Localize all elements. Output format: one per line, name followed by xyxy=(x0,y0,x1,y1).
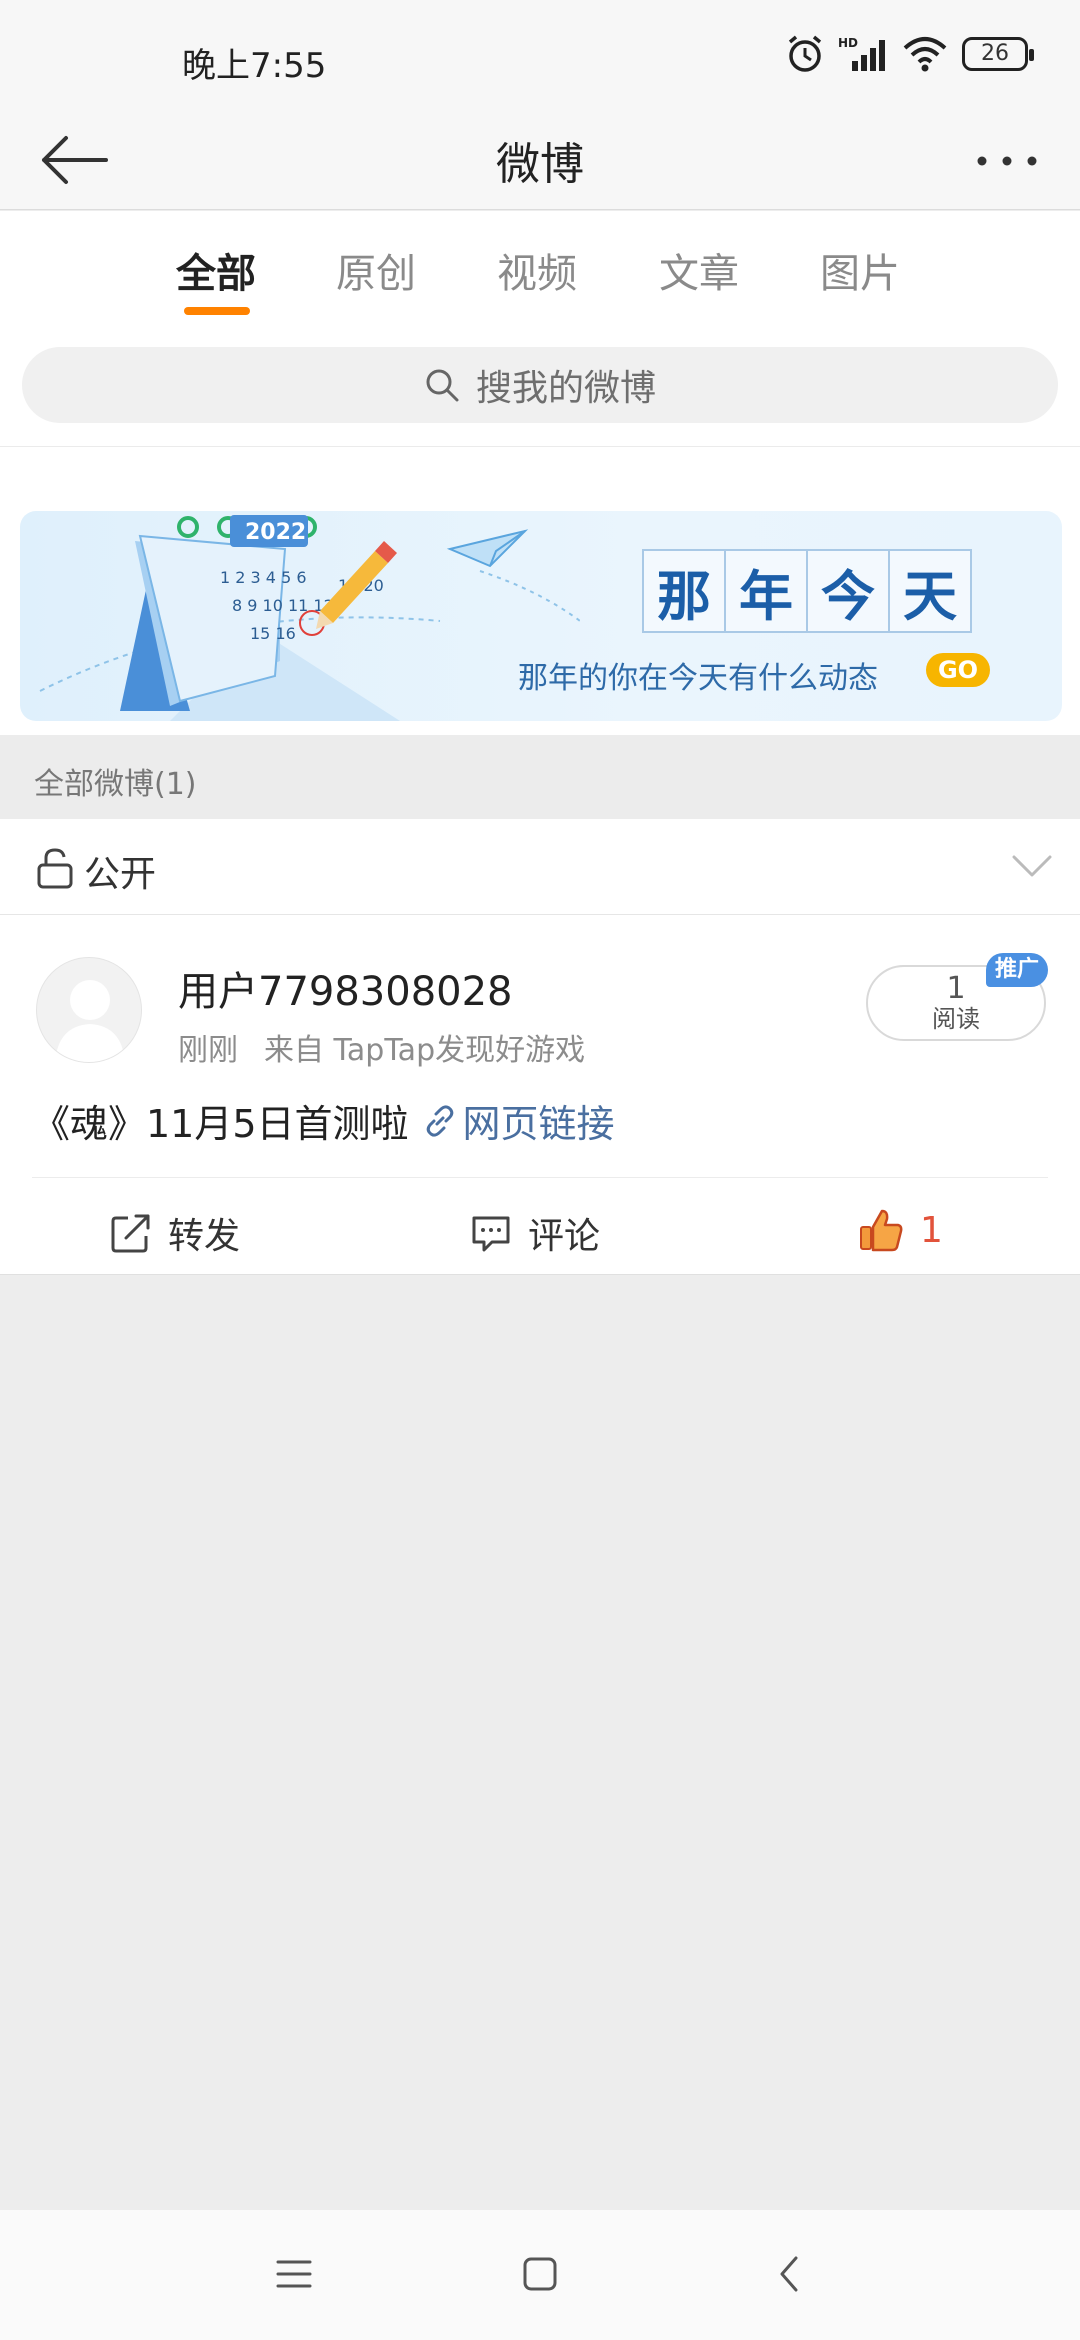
tab-original[interactable]: 原创 xyxy=(336,241,416,299)
default-avatar-icon xyxy=(55,980,125,1062)
active-tab-indicator xyxy=(184,307,250,315)
home-icon[interactable] xyxy=(520,2254,560,2294)
alarm-icon xyxy=(788,35,822,72)
battery-indicator: 26 xyxy=(962,37,1034,71)
banner-title-char: 天 xyxy=(888,549,972,633)
visibility-label: 公开 xyxy=(84,854,157,895)
post-source: 来自 TapTap发现好游戏 xyxy=(264,1033,586,1068)
search-placeholder: 搜我的微博 xyxy=(475,368,656,409)
visibility-filter[interactable]: 公开 xyxy=(0,819,1080,915)
banner-section: 2022 1 2 3 4 5 6 8 9 10 11 12 15 16 19 2… xyxy=(0,447,1080,735)
post-divider xyxy=(32,1177,1048,1178)
signal-icon: HD xyxy=(838,36,885,71)
banner-go-button[interactable]: GO xyxy=(926,653,990,687)
svg-text:HD: HD xyxy=(838,36,858,50)
read-label: 阅读 xyxy=(932,1005,980,1033)
status-bar: 晚上7:55 HD 26 xyxy=(0,0,1080,110)
more-options-icon[interactable] xyxy=(972,136,1042,186)
repost-icon xyxy=(111,1214,150,1253)
post-card[interactable]: 用户7798308028 刚刚 来自 TapTap发现好游戏 1 阅读 推广 《魂… xyxy=(0,915,1080,1275)
repost-button[interactable]: 转发 xyxy=(110,1207,240,1259)
post-time: 刚刚 xyxy=(178,1033,238,1068)
avatar[interactable] xyxy=(36,957,142,1063)
tab-image[interactable]: 图片 xyxy=(820,241,900,299)
page-title: 微博 xyxy=(496,139,584,190)
wifi-icon xyxy=(903,37,947,72)
link-icon xyxy=(426,1104,453,1137)
like-button[interactable]: 1 xyxy=(858,1207,943,1253)
section-count-label: 全部微博(1) xyxy=(34,767,197,802)
post-content: 《魂》11月5日首测啦 网页链接 xyxy=(32,1093,615,1148)
top-nav-bar: 微博 xyxy=(0,110,1080,210)
repost-label: 转发 xyxy=(168,1216,241,1257)
comment-label: 评论 xyxy=(528,1216,601,1257)
calendar-illustration: 2022 1 2 3 4 5 6 8 9 10 11 12 15 16 19 2… xyxy=(39,515,580,721)
post-text: 《魂》11月5日首测啦 xyxy=(32,1102,409,1146)
search-section: 搜我的微博 xyxy=(0,341,1080,447)
thumbs-up-icon xyxy=(860,1209,903,1252)
web-link[interactable]: 网页链接 xyxy=(423,1093,615,1148)
post-meta: 刚刚 来自 TapTap发现好游戏 xyxy=(178,1025,585,1069)
banner-title-char: 年 xyxy=(724,549,808,633)
tab-all[interactable]: 全部 xyxy=(176,241,256,299)
banner-subtitle: 那年的你在今天有什么动态 xyxy=(518,661,878,696)
promote-badge[interactable]: 推广 xyxy=(986,953,1048,987)
search-icon xyxy=(426,369,459,402)
back-icon[interactable] xyxy=(770,2254,810,2294)
banner-title: 那 年 今 天 xyxy=(642,549,972,633)
web-link-label: 网页链接 xyxy=(462,1102,615,1146)
content-tabs: 全部 原创 视频 文章 图片 xyxy=(0,211,1080,341)
status-icons: HD 26 xyxy=(786,34,1034,74)
on-this-day-banner[interactable]: 2022 1 2 3 4 5 6 8 9 10 11 12 15 16 19 2… xyxy=(20,511,1062,721)
unlock-icon xyxy=(37,848,73,889)
calendar-year: 2022 xyxy=(245,520,306,545)
chevron-down-icon[interactable] xyxy=(1010,851,1054,881)
status-time: 晚上7:55 xyxy=(182,46,327,86)
banner-title-char: 那 xyxy=(642,549,726,633)
banner-title-char: 今 xyxy=(806,549,890,633)
search-input[interactable]: 搜我的微博 xyxy=(22,347,1058,423)
tab-article[interactable]: 文章 xyxy=(659,241,739,299)
svg-text:15 16: 15 16 xyxy=(250,624,296,643)
menu-icon[interactable] xyxy=(274,2254,314,2294)
section-header: 全部微博(1) xyxy=(0,735,1080,819)
post-actions: 转发 评论 1 xyxy=(0,1179,1080,1275)
like-count: 1 xyxy=(920,1209,943,1251)
comment-button[interactable]: 评论 xyxy=(470,1207,600,1259)
tab-video[interactable]: 视频 xyxy=(497,241,577,299)
user-name[interactable]: 用户7798308028 xyxy=(178,959,513,1017)
svg-text:1 2 3 4 5 6: 1 2 3 4 5 6 xyxy=(220,568,307,587)
comment-icon xyxy=(472,1216,510,1252)
system-nav-bar xyxy=(0,2210,1080,2340)
